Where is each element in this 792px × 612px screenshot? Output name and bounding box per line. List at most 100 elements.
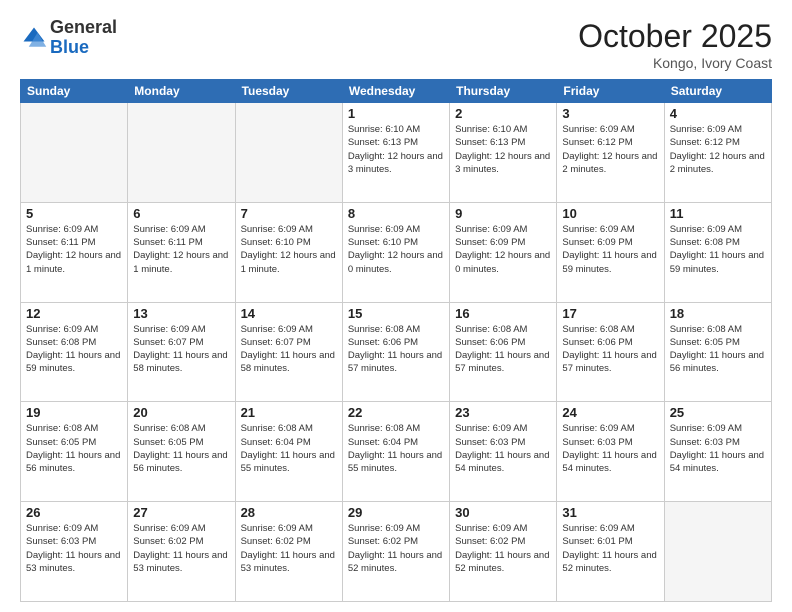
week-row: 26 Sunrise: 6:09 AM Sunset: 6:03 PM Dayli…: [21, 502, 772, 602]
day-cell: 19 Sunrise: 6:08 AM Sunset: 6:05 PM Dayli…: [21, 402, 128, 502]
day-info: Sunrise: 6:08 AM Sunset: 6:06 PM Dayligh…: [562, 323, 658, 376]
day-number: 20: [133, 405, 229, 420]
day-cell: 8Sunrise: 6:09 AM Sunset: 6:10 PM Daylig…: [342, 202, 449, 302]
day-info: Sunrise: 6:09 AM Sunset: 6:02 PM Dayligh…: [348, 522, 444, 575]
day-cell: 5 Sunrise: 6:09 AM Sunset: 6:11 PM Daylig…: [21, 202, 128, 302]
day-number: 28: [241, 505, 337, 520]
day-cell: 10Sunrise: 6:09 AM Sunset: 6:09 PM Dayli…: [557, 202, 664, 302]
day-number: 13: [133, 306, 229, 321]
day-number: 25: [670, 405, 766, 420]
day-info: Sunrise: 6:08 AM Sunset: 6:05 PM Dayligh…: [26, 422, 122, 475]
week-row: 5 Sunrise: 6:09 AM Sunset: 6:11 PM Daylig…: [21, 202, 772, 302]
day-number: 21: [241, 405, 337, 420]
day-info: Sunrise: 6:09 AM Sunset: 6:10 PM Dayligh…: [348, 223, 444, 276]
day-header: Tuesday: [235, 80, 342, 103]
day-cell: [235, 103, 342, 203]
day-cell: 16Sunrise: 6:08 AM Sunset: 6:06 PM Dayli…: [450, 302, 557, 402]
day-cell: 28 Sunrise: 6:09 AM Sunset: 6:02 PM Dayli…: [235, 502, 342, 602]
day-info: Sunrise: 6:09 AM Sunset: 6:01 PM Dayligh…: [562, 522, 658, 575]
day-cell: 29Sunrise: 6:09 AM Sunset: 6:02 PM Dayli…: [342, 502, 449, 602]
logo-icon: [20, 24, 48, 52]
day-number: 18: [670, 306, 766, 321]
title-block: October 2025 Kongo, Ivory Coast: [578, 18, 772, 71]
day-number: 24: [562, 405, 658, 420]
day-cell: 31 Sunrise: 6:09 AM Sunset: 6:01 PM Dayli…: [557, 502, 664, 602]
day-info: Sunrise: 6:09 AM Sunset: 6:08 PM Dayligh…: [26, 323, 122, 376]
day-info: Sunrise: 6:09 AM Sunset: 6:10 PM Dayligh…: [241, 223, 337, 276]
day-cell: 26 Sunrise: 6:09 AM Sunset: 6:03 PM Dayli…: [21, 502, 128, 602]
day-number: 3: [562, 106, 658, 121]
day-info: Sunrise: 6:08 AM Sunset: 6:05 PM Dayligh…: [133, 422, 229, 475]
day-info: Sunrise: 6:09 AM Sunset: 6:09 PM Dayligh…: [562, 223, 658, 276]
logo: General Blue: [20, 18, 117, 58]
day-info: Sunrise: 6:09 AM Sunset: 6:11 PM Dayligh…: [26, 223, 122, 276]
week-row: 1 Sunrise: 6:10 AM Sunset: 6:13 PM Daylig…: [21, 103, 772, 203]
day-cell: 17 Sunrise: 6:08 AM Sunset: 6:06 PM Dayli…: [557, 302, 664, 402]
day-header: Friday: [557, 80, 664, 103]
day-header: Thursday: [450, 80, 557, 103]
day-cell: 2 Sunrise: 6:10 AM Sunset: 6:13 PM Daylig…: [450, 103, 557, 203]
day-info: Sunrise: 6:10 AM Sunset: 6:13 PM Dayligh…: [348, 123, 444, 176]
day-cell: [128, 103, 235, 203]
day-number: 17: [562, 306, 658, 321]
day-info: Sunrise: 6:09 AM Sunset: 6:03 PM Dayligh…: [562, 422, 658, 475]
day-info: Sunrise: 6:09 AM Sunset: 6:09 PM Dayligh…: [455, 223, 551, 276]
logo-general: General: [50, 18, 117, 38]
day-info: Sunrise: 6:09 AM Sunset: 6:11 PM Dayligh…: [133, 223, 229, 276]
day-info: Sunrise: 6:09 AM Sunset: 6:07 PM Dayligh…: [241, 323, 337, 376]
day-cell: 20 Sunrise: 6:08 AM Sunset: 6:05 PM Dayli…: [128, 402, 235, 502]
day-cell: 15 Sunrise: 6:08 AM Sunset: 6:06 PM Dayli…: [342, 302, 449, 402]
day-info: Sunrise: 6:09 AM Sunset: 6:08 PM Dayligh…: [670, 223, 766, 276]
day-number: 1: [348, 106, 444, 121]
day-cell: [21, 103, 128, 203]
day-number: 19: [26, 405, 122, 420]
day-cell: 22Sunrise: 6:08 AM Sunset: 6:04 PM Dayli…: [342, 402, 449, 502]
day-info: Sunrise: 6:09 AM Sunset: 6:12 PM Dayligh…: [670, 123, 766, 176]
day-cell: 30 Sunrise: 6:09 AM Sunset: 6:02 PM Dayli…: [450, 502, 557, 602]
day-cell: 18 Sunrise: 6:08 AM Sunset: 6:05 PM Dayli…: [664, 302, 771, 402]
day-number: 9: [455, 206, 551, 221]
day-cell: 1 Sunrise: 6:10 AM Sunset: 6:13 PM Daylig…: [342, 103, 449, 203]
day-info: Sunrise: 6:08 AM Sunset: 6:04 PM Dayligh…: [241, 422, 337, 475]
day-cell: 11 Sunrise: 6:09 AM Sunset: 6:08 PM Dayli…: [664, 202, 771, 302]
day-info: Sunrise: 6:10 AM Sunset: 6:13 PM Dayligh…: [455, 123, 551, 176]
day-cell: 14 Sunrise: 6:09 AM Sunset: 6:07 PM Dayli…: [235, 302, 342, 402]
day-cell: 9 Sunrise: 6:09 AM Sunset: 6:09 PM Daylig…: [450, 202, 557, 302]
day-number: 11: [670, 206, 766, 221]
day-number: 16: [455, 306, 551, 321]
day-cell: 27Sunrise: 6:09 AM Sunset: 6:02 PM Dayli…: [128, 502, 235, 602]
week-row: 12 Sunrise: 6:09 AM Sunset: 6:08 PM Dayli…: [21, 302, 772, 402]
day-cell: 3 Sunrise: 6:09 AM Sunset: 6:12 PM Daylig…: [557, 103, 664, 203]
day-info: Sunrise: 6:08 AM Sunset: 6:06 PM Dayligh…: [348, 323, 444, 376]
day-number: 14: [241, 306, 337, 321]
day-info: Sunrise: 6:09 AM Sunset: 6:03 PM Dayligh…: [26, 522, 122, 575]
day-number: 30: [455, 505, 551, 520]
day-info: Sunrise: 6:09 AM Sunset: 6:07 PM Dayligh…: [133, 323, 229, 376]
day-info: Sunrise: 6:09 AM Sunset: 6:02 PM Dayligh…: [455, 522, 551, 575]
month-title: October 2025: [578, 18, 772, 55]
day-info: Sunrise: 6:09 AM Sunset: 6:02 PM Dayligh…: [133, 522, 229, 575]
day-cell: 23Sunrise: 6:09 AM Sunset: 6:03 PM Dayli…: [450, 402, 557, 502]
day-cell: 24 Sunrise: 6:09 AM Sunset: 6:03 PM Dayli…: [557, 402, 664, 502]
day-number: 12: [26, 306, 122, 321]
week-row: 19 Sunrise: 6:08 AM Sunset: 6:05 PM Dayli…: [21, 402, 772, 502]
day-number: 31: [562, 505, 658, 520]
day-info: Sunrise: 6:09 AM Sunset: 6:02 PM Dayligh…: [241, 522, 337, 575]
logo-text: General Blue: [50, 18, 117, 58]
day-number: 6: [133, 206, 229, 221]
day-cell: 12 Sunrise: 6:09 AM Sunset: 6:08 PM Dayli…: [21, 302, 128, 402]
day-number: 15: [348, 306, 444, 321]
day-number: 2: [455, 106, 551, 121]
day-info: Sunrise: 6:08 AM Sunset: 6:05 PM Dayligh…: [670, 323, 766, 376]
day-cell: 7Sunrise: 6:09 AM Sunset: 6:10 PM Daylig…: [235, 202, 342, 302]
day-number: 26: [26, 505, 122, 520]
day-cell: 21 Sunrise: 6:08 AM Sunset: 6:04 PM Dayli…: [235, 402, 342, 502]
header: General Blue October 2025 Kongo, Ivory C…: [20, 18, 772, 71]
calendar-table: SundayMondayTuesdayWednesdayThursdayFrid…: [20, 79, 772, 602]
day-cell: [664, 502, 771, 602]
day-info: Sunrise: 6:09 AM Sunset: 6:12 PM Dayligh…: [562, 123, 658, 176]
day-number: 5: [26, 206, 122, 221]
calendar-page: General Blue October 2025 Kongo, Ivory C…: [0, 0, 792, 612]
day-header: Saturday: [664, 80, 771, 103]
day-info: Sunrise: 6:08 AM Sunset: 6:04 PM Dayligh…: [348, 422, 444, 475]
